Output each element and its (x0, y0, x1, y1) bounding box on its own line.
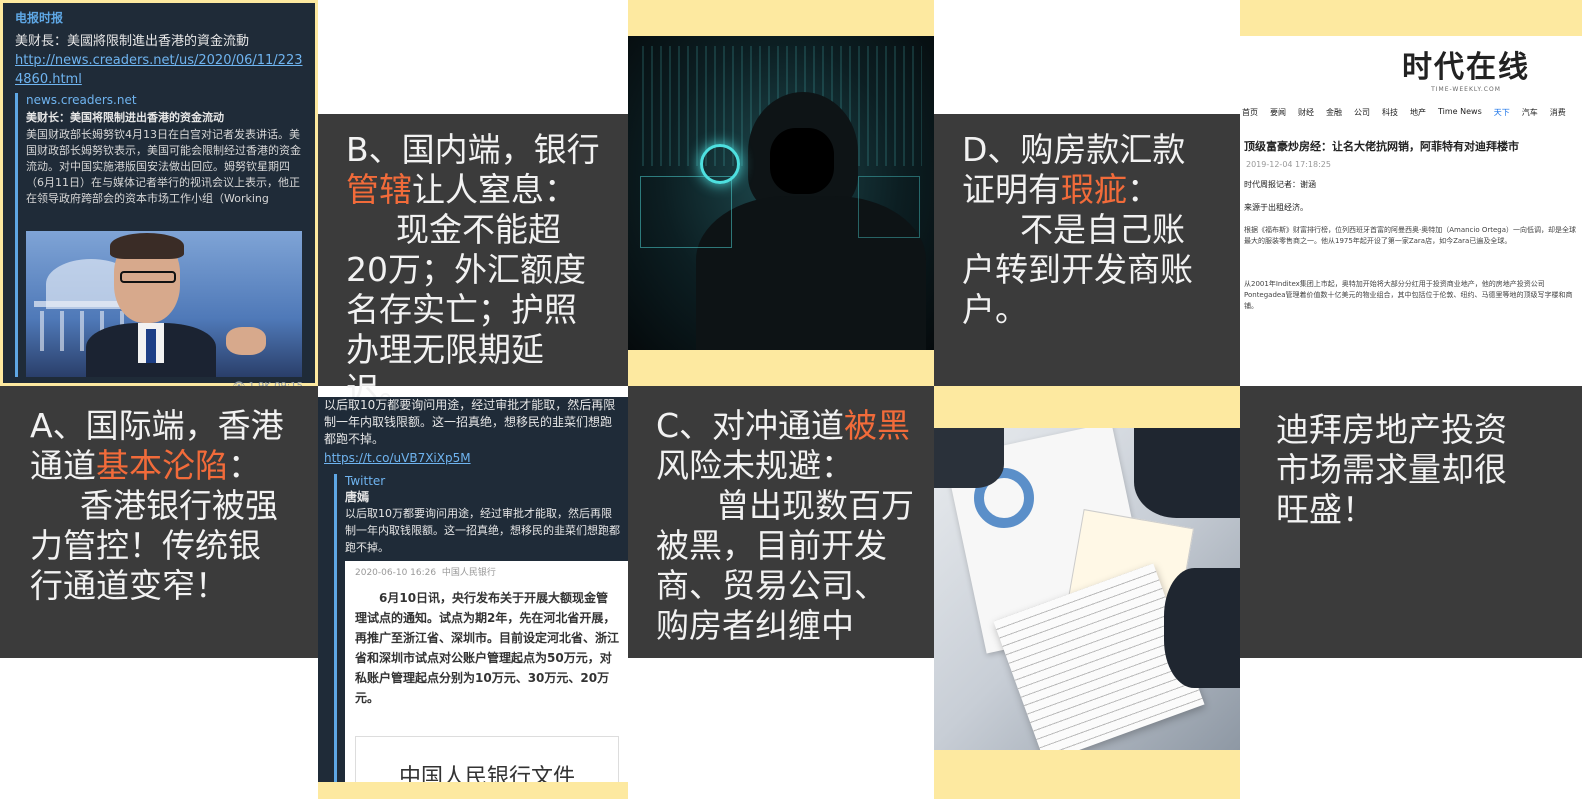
nav-item[interactable]: 财经 (1298, 107, 1314, 118)
site-logo[interactable]: 时代在线 (1240, 42, 1582, 86)
sleeve (1164, 568, 1240, 688)
panel-d-body: 不是自己账户转到开发商账户。 (962, 210, 1193, 329)
quote-text: 以后取10万都要询问用途，经过审批才能取，然后再限制一年内取钱限额。这一招真绝，… (345, 507, 620, 554)
cream-band (318, 782, 628, 799)
article-byline: 时代周报记者：谢涵 (1244, 180, 1316, 189)
link-preview[interactable]: news.creaders.net 美财长：美国将限制进出香港的资金流动 美国财… (15, 93, 303, 377)
panel-e: 迪拜房地产投资市场需求量却很旺盛！ (1240, 386, 1582, 658)
doc-header: 中国人民银行文件 (355, 736, 619, 782)
panel-c-body: 曾出现数百万被黑，目前开发商、贸易公司、购房者纠缠中 (656, 486, 914, 645)
panel-b-body: 现金不能超20万；外汇额度名存实亡；护照办理无限期延迟。 (346, 210, 586, 409)
hud-panel (640, 176, 732, 248)
preview-title: 美财长：美国将限制进出香港的资金流动 (26, 111, 224, 124)
tweet-quote[interactable]: Twitter 唐嫣 以后取10万都要询问用途，经过审批才能取，然后再限制一年内… (334, 474, 628, 782)
panel-b: B、国内端，银行 管辖让人窒息： 现金不能超20万；外汇额度名存实亡；护照办理无… (318, 114, 628, 409)
nav-item[interactable]: 首页 (1242, 107, 1258, 118)
panel-b-highlight: 管辖 (346, 170, 412, 209)
nav-item[interactable]: 要闻 (1270, 107, 1286, 118)
cream-band (628, 350, 934, 386)
panel-a-heading-2: 通道基本沦陷： (30, 446, 261, 485)
message-headline: 美财長：美國將限制進出香港的資金流動 (15, 34, 250, 49)
site-logo-sub: TIME-WEEKLY.COM (1431, 86, 1501, 93)
site-nav: 首页 要闻 财经 金融 公司 科技 地产 Time News 天下 汽车 消费 (1242, 107, 1582, 118)
panel-a-heading: A、国际端，香港 (30, 406, 284, 445)
panel-a-body: 香港银行被强力管控！传统银行通道变窄！ (30, 486, 278, 605)
article-title: 顶级富豪炒房经：让名大佬抗网销，阿菲特有对迪拜楼市 (1244, 140, 1519, 153)
document-image[interactable]: 2020-06-10 16:26 中国人民银行 6月10日讯，央行发布关于开展大… (345, 561, 628, 782)
face-shadow (770, 128, 834, 194)
panel-c-highlight: 被黑 (844, 406, 911, 445)
quote-author: 唐嫣 (345, 490, 370, 504)
panel-c-heading-2: 风险未规避： (656, 446, 854, 485)
cream-band (934, 750, 1240, 799)
cream-band (934, 386, 1240, 428)
preview-site: news.creaders.net (26, 93, 137, 107)
panel-d-highlight: 瑕疵 (1061, 170, 1127, 209)
hacker-image[interactable] (628, 36, 934, 350)
nav-item[interactable]: 汽车 (1522, 107, 1538, 118)
nav-item[interactable]: 金融 (1326, 107, 1342, 118)
preview-body: 美国财政部长姆努钦4月13日在白宫对记者发表讲话。美国财政部长姆努钦表示，美国可… (26, 128, 301, 205)
nav-item[interactable]: 公司 (1354, 107, 1370, 118)
tweet-text: 以后取10万都要询问用途，经过审批才能取，然后再限制一年内取钱限额。这一招真绝，… (324, 398, 616, 446)
nav-item[interactable]: 消费 (1550, 107, 1566, 118)
panel-d-heading-2: 证明有瑕疵： (962, 170, 1160, 209)
panel-b-heading-2: 管辖让人窒息： (346, 170, 577, 209)
tweet-link[interactable]: https://t.co/uVB7XiXp5M (324, 451, 471, 465)
cream-band (628, 0, 934, 36)
hud-panel (858, 176, 920, 238)
panel-e-body: 迪拜房地产投资市场需求量却很旺盛！ (1276, 410, 1507, 529)
tweet-card: 以后取10万都要询问用途，经过审批才能取，然后再限制一年内取钱限额。这一招真绝，… (318, 397, 628, 782)
nav-item[interactable]: 地产 (1410, 107, 1426, 118)
sleeve (934, 428, 1004, 488)
nav-item-active[interactable]: 天下 (1494, 107, 1510, 118)
nav-item[interactable]: Time News (1438, 107, 1482, 118)
minister-photo[interactable] (26, 231, 302, 377)
article-date: 2019-12-04 17:18:25 (1246, 160, 1331, 169)
telegram-message-card: 电报时报 美财長：美國將限制進出香港的資金流動 http://news.crea… (0, 0, 318, 392)
doc-meta: 2020-06-10 16:26 中国人民银行 (355, 568, 496, 578)
article-paragraph: 根据《福布斯》财富排行榜，位列西班牙首富的阿曼西奥·奥特加（Amancio Or… (1244, 226, 1577, 245)
panel-d: D、购房款汇款 证明有瑕疵： 不是自己账户转到开发商账户。 (934, 114, 1240, 386)
quote-source: Twitter (345, 474, 386, 488)
doc-body: 6月10日讯，央行发布关于开展大额现金管理试点的通知。试点为期2年，先在河北省开… (355, 591, 619, 705)
documents-image[interactable] (934, 428, 1240, 750)
nav-item[interactable]: 科技 (1382, 107, 1398, 118)
panel-a: A、国际端，香港 通道基本沦陷： 香港银行被强力管控！传统银行通道变窄！ (0, 386, 318, 658)
channel-name[interactable]: 电报时报 (15, 9, 303, 26)
sleeve (1134, 428, 1240, 518)
panel-b-heading: B、国内端，银行 (346, 130, 600, 169)
panel-d-heading: D、购房款汇款 (962, 130, 1186, 169)
cream-band (1240, 0, 1582, 36)
panel-a-highlight: 基本沦陷 (96, 446, 228, 485)
article-paragraph: 从2001年Inditex集团上市起，奥特加开始将大部分分红用于投资商业地产，他… (1244, 280, 1573, 310)
article-paragraph: 来源于出租经济。 (1244, 203, 1308, 212)
news-article-screenshot: 时代在线 TIME-WEEKLY.COM 首页 要闻 财经 金融 公司 科技 地… (1240, 36, 1582, 350)
panel-c: C、对冲通道被黑 风险未规避： 曾出现数百万被黑，目前开发商、贸易公司、购房者纠… (628, 386, 934, 658)
panel-c-heading: C、对冲通道被黑 (656, 406, 911, 445)
article-link[interactable]: http://news.creaders.net/us/2020/06/11/2… (15, 53, 303, 87)
